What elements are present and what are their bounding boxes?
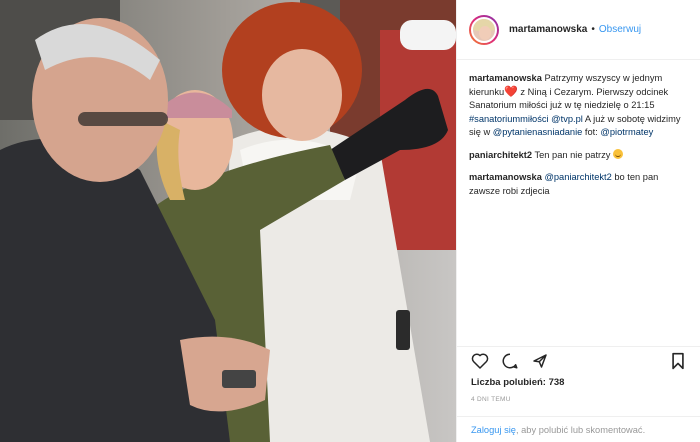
post-header: martamanowska • Obserwuj [457,0,700,60]
post-side-panel: martamanowska • Obserwuj martamanowska P… [456,0,700,442]
heart-outline-icon[interactable] [469,350,491,372]
comment-item: paniarchitekt2 Ten pan nie patrzy [469,148,688,163]
comment-username[interactable]: paniarchitekt2 [469,150,532,160]
mention-link[interactable]: @tvp.pl [551,114,583,124]
action-bar [457,346,700,374]
login-link[interactable]: Zaloguj się [471,425,516,435]
header-separator: • [591,24,595,35]
heart-emoji-icon: ❤️ [504,85,518,98]
likes-count[interactable]: Liczba polubień: 738 [471,377,564,388]
comment-username[interactable]: martamanowska [469,73,542,83]
comment-text: Ten pan nie patrzy [532,149,611,160]
comment-text: fot: [582,127,601,137]
comment-item: martamanowska @paniarchitekt2 bo ten pan… [469,171,688,198]
comment-bubble-icon[interactable] [499,350,521,372]
author-avatar[interactable] [469,14,499,45]
login-prompt-text: , aby polubić lub skomentować. [515,425,646,435]
author-username[interactable]: martamanowska [509,24,587,35]
bookmark-icon[interactable] [667,350,689,372]
likes-label: Liczba polubień: [471,377,546,388]
mention-link[interactable]: @pytanienasniadanie [493,127,583,137]
mention-link[interactable]: @piotrmatey [600,127,653,137]
post-photo[interactable] [0,0,456,442]
comment-username[interactable]: martamanowska [469,172,542,182]
follow-button[interactable]: Obserwuj [599,24,641,35]
login-prompt: Zaloguj się, aby polubić lub skomentować… [457,416,700,442]
post-photo-illustration [0,0,456,442]
comments-list: martamanowska Patrzymy wszyscy w jednym … [457,60,700,346]
hashtag-link[interactable]: #sanatoriummiłości [469,114,549,124]
share-arrow-icon[interactable] [529,350,551,372]
caption-comment: martamanowska Patrzymy wszyscy w jednym … [469,72,688,140]
likes-number: 738 [548,377,565,388]
mention-link[interactable]: @paniarchitekt2 [544,172,611,182]
avatar-image [471,16,497,43]
post-timestamp[interactable]: 4 DNI TEMU [471,396,511,403]
smiling-face-icon [613,148,624,159]
